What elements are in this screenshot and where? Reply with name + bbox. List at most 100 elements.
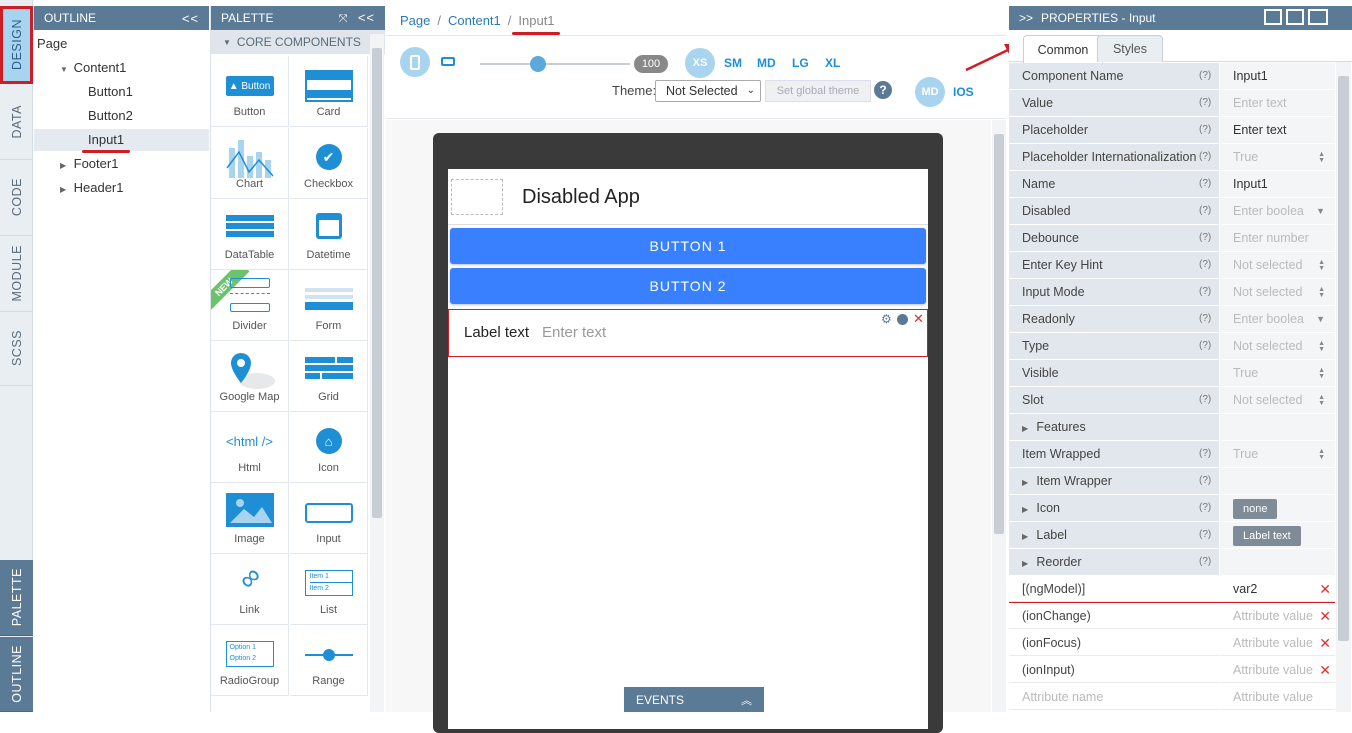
property-value[interactable]: Enter text: [1219, 117, 1335, 143]
scrollbar-thumb[interactable]: [372, 48, 382, 518]
chevron-down-icon[interactable]: ▼: [1316, 306, 1325, 332]
palette-scrollbar[interactable]: [370, 34, 384, 712]
breakpoint-sm[interactable]: SM: [724, 56, 742, 70]
attribute-value[interactable]: var2 ✕: [1219, 576, 1335, 602]
palette-item-button[interactable]: ▲ Button Button: [211, 56, 289, 127]
property-value[interactable]: Input1: [1219, 63, 1335, 89]
property-value[interactable]: Input1: [1219, 171, 1335, 197]
palette-item-chart[interactable]: Chart: [211, 128, 289, 199]
double-chevron-up-icon[interactable]: ︽: [741, 692, 752, 708]
spinner-arrows-icon[interactable]: ▲ ▼: [1318, 360, 1325, 380]
double-chevron-left-icon[interactable]: <<: [182, 11, 199, 26]
help-icon[interactable]: (?): [1199, 441, 1211, 467]
double-chevron-left-icon[interactable]: <<: [358, 10, 375, 25]
palette-item-link[interactable]: ∞ Link: [211, 554, 289, 625]
palette-item-datetime[interactable]: Datetime: [290, 199, 368, 270]
attribute-name[interactable]: (ionInput): [1009, 657, 1219, 683]
tab-palette[interactable]: PALETTE: [0, 560, 33, 636]
zoom-slider-track[interactable]: [480, 63, 630, 65]
spinner-arrows-icon[interactable]: ▲ ▼: [1318, 252, 1325, 272]
help-icon[interactable]: (?): [1199, 387, 1211, 413]
help-icon[interactable]: (?): [1199, 306, 1211, 332]
tab-design[interactable]: DESIGN: [0, 6, 33, 84]
help-icon[interactable]: (?): [1199, 252, 1211, 278]
property-value[interactable]: Not selected ▲ ▼: [1219, 333, 1335, 359]
events-bar[interactable]: EVENTS ︽: [624, 687, 764, 712]
property-value[interactable]: True ▲ ▼: [1219, 441, 1335, 467]
app-input-placeholder[interactable]: Enter text: [542, 324, 606, 341]
triangle-right-icon[interactable]: ▶: [1022, 559, 1030, 568]
remove-attribute-icon[interactable]: ✕: [1319, 603, 1331, 628]
property-value[interactable]: True ▲ ▼: [1219, 144, 1335, 170]
palette-section-header[interactable]: ▼ CORE COMPONENTS: [211, 30, 385, 54]
property-value[interactable]: Enter text: [1219, 90, 1335, 116]
palette-item-input[interactable]: Input: [290, 483, 368, 554]
palette-item-list[interactable]: Item 1 Item 2 List: [290, 554, 368, 625]
triangle-down-icon[interactable]: ▼: [60, 59, 70, 81]
tree-item-page[interactable]: Page: [37, 33, 67, 55]
breakpoint-xl[interactable]: XL: [825, 56, 840, 70]
property-label[interactable]: ▶ Item Wrapper: [1009, 468, 1219, 494]
remove-attribute-icon[interactable]: ✕: [1319, 657, 1331, 682]
remove-attribute-icon[interactable]: ✕: [1319, 576, 1331, 601]
zoom-slider-thumb[interactable]: [530, 56, 546, 72]
property-label[interactable]: ▶ Label: [1009, 522, 1219, 548]
help-icon[interactable]: (?): [1199, 468, 1211, 494]
spinner-arrows-icon[interactable]: ▲ ▼: [1318, 144, 1325, 164]
triangle-right-icon[interactable]: ▶: [1022, 532, 1030, 541]
tab-data[interactable]: DATA: [0, 84, 33, 160]
help-icon[interactable]: (?): [1199, 198, 1211, 224]
tab-styles[interactable]: Styles: [1097, 35, 1163, 62]
spinner-arrows-icon[interactable]: ▲ ▼: [1318, 387, 1325, 407]
help-icon[interactable]: (?): [1199, 522, 1211, 548]
property-value[interactable]: none: [1219, 495, 1335, 521]
help-icon[interactable]: (?): [1199, 549, 1211, 575]
palette-item-divider[interactable]: NEW Divider: [211, 270, 289, 341]
gear-icon[interactable]: ⚙: [881, 312, 892, 326]
property-value[interactable]: Enter boolea ▼: [1219, 198, 1335, 224]
attribute-value[interactable]: Attribute value ✕: [1219, 630, 1335, 656]
property-value[interactable]: Label text: [1219, 522, 1335, 548]
help-icon[interactable]: (?): [1199, 279, 1211, 305]
phone-portrait-icon[interactable]: [400, 47, 430, 77]
palette-item-radiogroup[interactable]: Option 1 Option 2 RadioGroup: [211, 625, 289, 696]
layout-columns-icon[interactable]: [1286, 9, 1304, 25]
property-value[interactable]: Not selected ▲ ▼: [1219, 387, 1335, 413]
palette-item-checkbox[interactable]: ✔ Checkbox: [290, 128, 368, 199]
help-icon[interactable]: (?): [1199, 63, 1211, 89]
canvas-scrollbar[interactable]: [992, 120, 1006, 712]
property-label[interactable]: ▶ Icon: [1009, 495, 1219, 521]
triangle-right-icon[interactable]: ▶: [1022, 478, 1030, 487]
theme-select[interactable]: Not Selected ⌄: [655, 80, 761, 102]
palette-item-card[interactable]: Card: [290, 56, 368, 127]
spinner-arrows-icon[interactable]: ▲ ▼: [1318, 279, 1325, 299]
breakpoint-lg[interactable]: LG: [792, 56, 809, 70]
breakpoint-xs[interactable]: XS: [685, 48, 715, 78]
mode-md-button[interactable]: MD: [915, 77, 945, 107]
triangle-right-icon[interactable]: ▶: [60, 179, 70, 201]
help-icon[interactable]: (?): [1199, 117, 1211, 143]
attribute-name[interactable]: (ionFocus): [1009, 630, 1219, 656]
breadcrumb-content1[interactable]: Content1: [448, 13, 501, 28]
tab-outline[interactable]: OUTLINE: [0, 637, 33, 712]
tab-common[interactable]: Common: [1023, 35, 1103, 63]
spinner-arrows-icon[interactable]: ▲ ▼: [1318, 441, 1325, 461]
attribute-value[interactable]: Attribute value ✕: [1219, 657, 1335, 683]
help-icon[interactable]: (?): [1199, 333, 1211, 359]
attribute-value[interactable]: Attribute value ✕: [1219, 603, 1335, 629]
palette-item-icon[interactable]: ⌂ Icon: [290, 412, 368, 483]
property-value[interactable]: [1219, 468, 1335, 494]
help-icon[interactable]: (?): [1199, 90, 1211, 116]
attribute-name[interactable]: Attribute name: [1009, 684, 1219, 710]
chevron-down-icon[interactable]: ▼: [1316, 198, 1325, 224]
attribute-name[interactable]: (ionChange): [1009, 603, 1219, 629]
property-value[interactable]: Enter number: [1219, 225, 1335, 251]
app-input-item[interactable]: Label text Enter text ⚙ ✕: [448, 309, 928, 357]
property-value[interactable]: Not selected ▲ ▼: [1219, 279, 1335, 305]
tree-item-content1[interactable]: ▼ Content1: [60, 57, 126, 79]
help-icon[interactable]: (?): [1199, 225, 1211, 251]
property-chip[interactable]: Label text: [1233, 526, 1301, 546]
tree-item-header1[interactable]: ▶ Header1: [60, 177, 124, 199]
header-placeholder[interactable]: [451, 179, 503, 215]
folder-icon[interactable]: [1308, 9, 1328, 25]
